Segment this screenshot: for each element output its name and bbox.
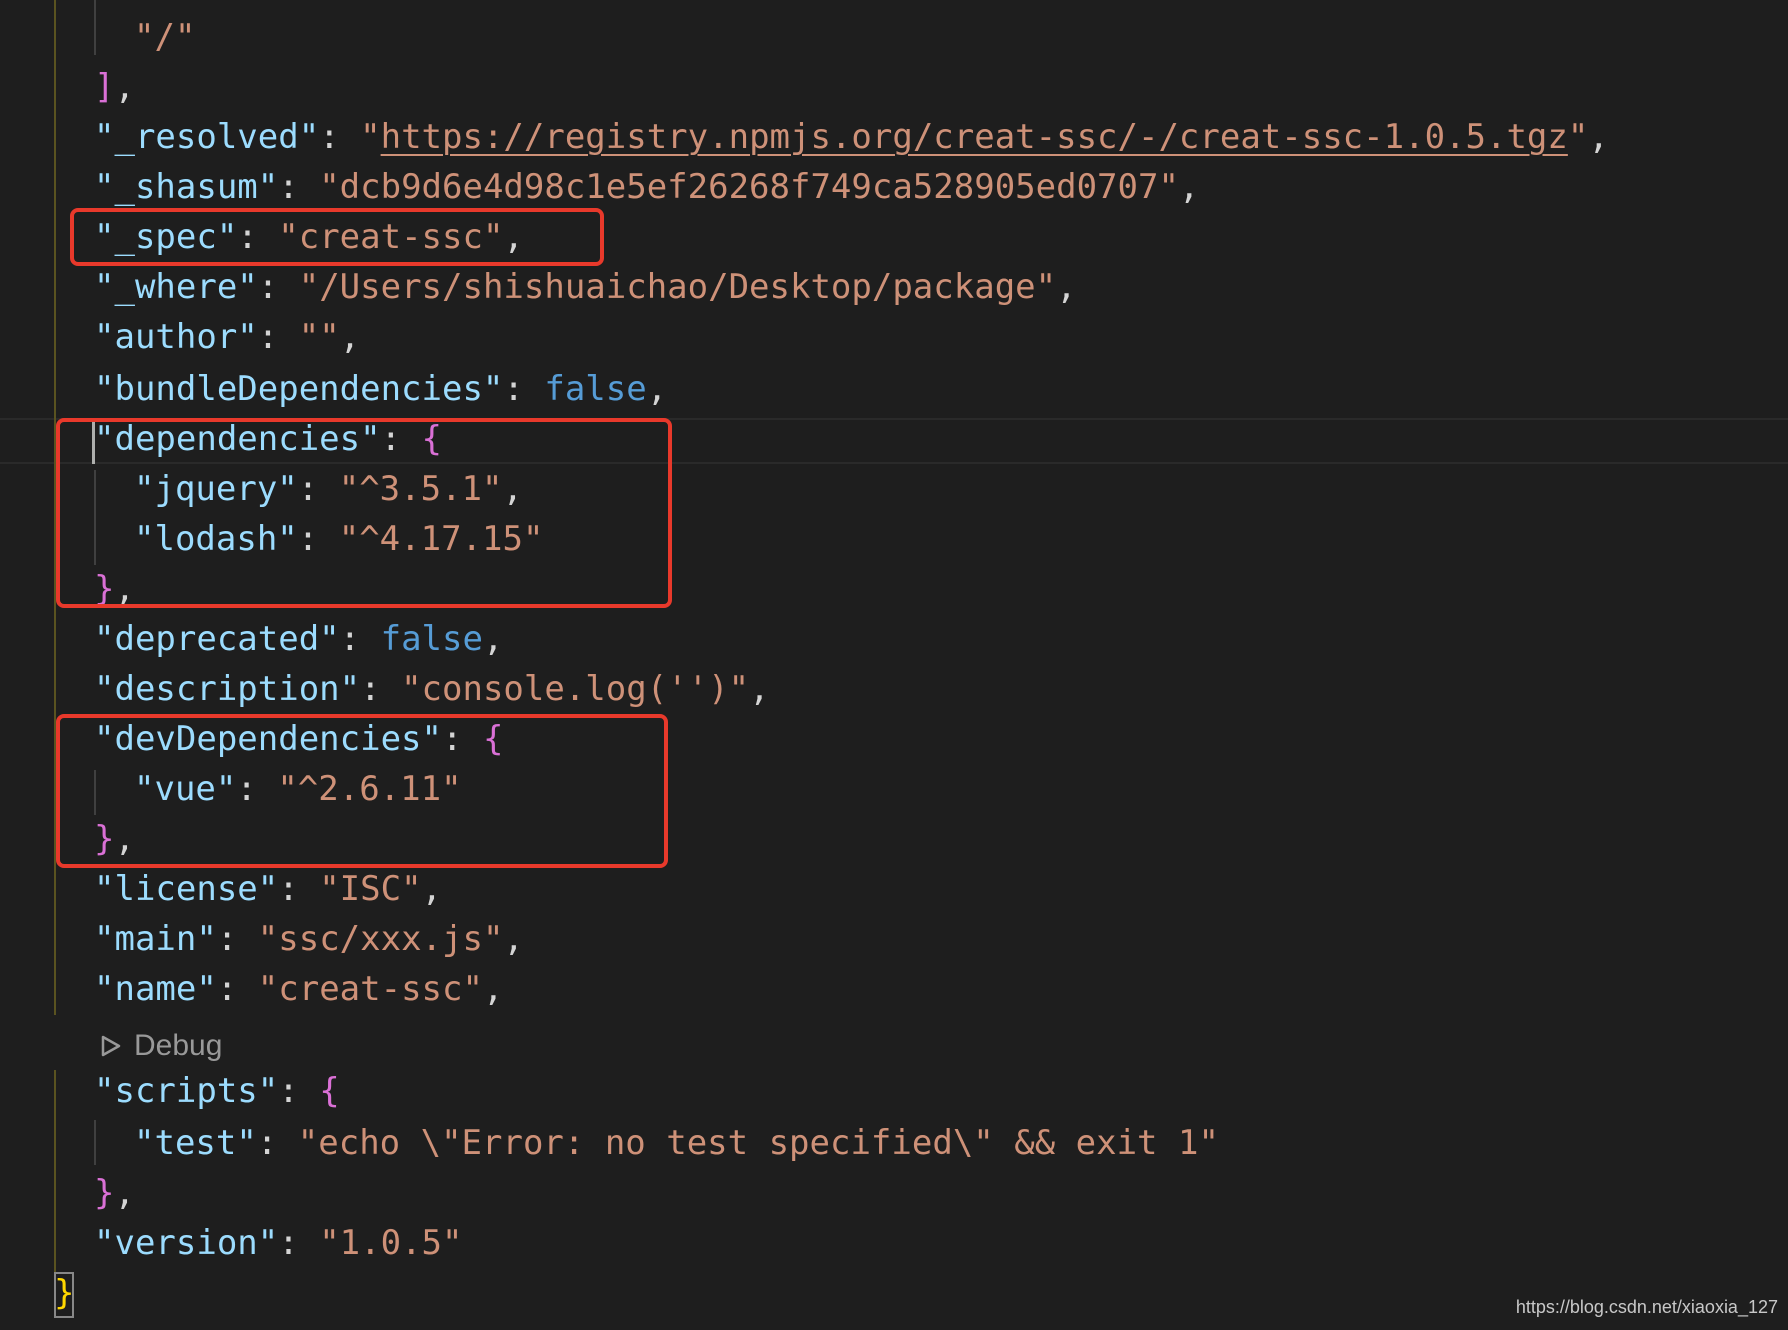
code-editor[interactable]: "/"], "_resolved": "https://registry.npmj… bbox=[0, 0, 1788, 1330]
string-value: "dcb9d6e4d98c1e5ef26268f749ca528905ed070… bbox=[319, 167, 1179, 207]
boolean-value: false bbox=[544, 369, 647, 409]
punctuation: : bbox=[278, 167, 320, 207]
punctuation: : bbox=[503, 369, 545, 409]
punctuation: : bbox=[257, 317, 299, 357]
punctuation: : bbox=[257, 267, 299, 307]
code-line[interactable]: "version": "1.0.5" bbox=[0, 1218, 462, 1268]
punctuation: : bbox=[360, 669, 402, 709]
highlight-box-devdependencies bbox=[56, 714, 668, 868]
string-value: "/" bbox=[134, 17, 196, 57]
boolean-value: false bbox=[380, 619, 483, 659]
punctuation: : bbox=[278, 869, 320, 909]
property-key: "license" bbox=[94, 869, 279, 909]
code-line[interactable]: "author": "", bbox=[0, 312, 360, 362]
code-line[interactable]: "main": "ssc/xxx.js", bbox=[0, 914, 524, 964]
code-line[interactable]: "name": "creat-ssc", bbox=[0, 964, 503, 1014]
property-key: "author" bbox=[94, 317, 258, 357]
property-key: "name" bbox=[94, 969, 217, 1009]
punctuation: : bbox=[278, 1223, 320, 1263]
string-value: "console.log('')" bbox=[401, 669, 750, 709]
punctuation: , bbox=[646, 369, 668, 409]
watermark-text: https://blog.csdn.net/xiaoxia_127 bbox=[1515, 1297, 1778, 1317]
punctuation: , bbox=[339, 317, 361, 357]
code-line[interactable]: }, bbox=[0, 1168, 135, 1218]
string-value: " bbox=[360, 117, 381, 157]
code-line[interactable]: "bundleDependencies": false, bbox=[0, 364, 667, 414]
punctuation: , bbox=[503, 919, 524, 959]
punctuation: , bbox=[114, 67, 135, 107]
string-value: "" bbox=[298, 317, 340, 357]
string-value: " bbox=[1567, 117, 1589, 157]
punctuation: , bbox=[421, 869, 443, 909]
property-key: "scripts" bbox=[94, 1071, 279, 1111]
code-line[interactable]: "test": "echo \"Error: no test specified… bbox=[0, 1118, 1219, 1168]
bracket-match-outline bbox=[54, 1272, 74, 1318]
punctuation: : bbox=[339, 619, 381, 659]
play-outline-icon bbox=[101, 1035, 121, 1057]
punctuation: , bbox=[1588, 117, 1609, 157]
string-value: "1.0.5" bbox=[319, 1223, 463, 1263]
punctuation: : bbox=[216, 919, 258, 959]
property-key: "main" bbox=[94, 919, 217, 959]
string-value: "creat-ssc" bbox=[257, 969, 483, 1009]
code-line[interactable]: "license": "ISC", bbox=[0, 864, 442, 914]
code-line[interactable]: "scripts": { bbox=[0, 1066, 340, 1116]
property-key: "test" bbox=[134, 1123, 257, 1163]
codelens-debug-label[interactable]: Debug bbox=[134, 1023, 222, 1069]
string-value: "ISC" bbox=[319, 869, 422, 909]
code-line[interactable]: ], bbox=[0, 62, 135, 112]
code-line[interactable]: "deprecated": false, bbox=[0, 614, 503, 664]
punctuation: , bbox=[482, 969, 504, 1009]
punctuation: , bbox=[749, 669, 770, 709]
highlight-box-spec bbox=[70, 208, 604, 266]
punctuation: , bbox=[114, 1173, 135, 1213]
bracket: { bbox=[319, 1071, 340, 1111]
punctuation: : bbox=[278, 1071, 320, 1111]
property-key: "description" bbox=[94, 669, 361, 709]
bracket: ] bbox=[94, 67, 115, 107]
code-line[interactable]: "_where": "/Users/shishuaichao/Desktop/p… bbox=[0, 262, 1077, 312]
property-key: "_resolved" bbox=[94, 117, 320, 157]
punctuation: : bbox=[216, 969, 258, 1009]
property-key: "_where" bbox=[94, 267, 258, 307]
code-line[interactable]: "_shasum": "dcb9d6e4d98c1e5ef26268f749ca… bbox=[0, 162, 1199, 212]
string-value: "/Users/shishuaichao/Desktop/package" bbox=[298, 267, 1057, 307]
code-line[interactable]: "_resolved": "https://registry.npmjs.org… bbox=[0, 112, 1609, 162]
url-link[interactable]: https://registry.npmjs.org/creat-ssc/-/c… bbox=[381, 117, 1568, 157]
punctuation: , bbox=[1056, 267, 1077, 307]
property-key: "bundleDependencies" bbox=[94, 369, 504, 409]
bracket: } bbox=[94, 1173, 115, 1213]
punctuation: , bbox=[1178, 167, 1200, 207]
punctuation: , bbox=[482, 619, 504, 659]
string-value: "echo \"Error: no test specified\" && ex… bbox=[297, 1123, 1219, 1163]
code-line[interactable]: "description": "console.log('')", bbox=[0, 664, 770, 714]
codelens-debug[interactable]: Debug bbox=[100, 1023, 222, 1069]
property-key: "_shasum" bbox=[94, 167, 279, 207]
punctuation: : bbox=[319, 117, 361, 157]
property-key: "deprecated" bbox=[94, 619, 340, 659]
code-line[interactable]: "/" bbox=[0, 12, 195, 62]
string-value: "ssc/xxx.js" bbox=[257, 919, 504, 959]
property-key: "version" bbox=[94, 1223, 279, 1263]
highlight-box-dependencies bbox=[56, 418, 672, 608]
punctuation: : bbox=[256, 1123, 298, 1163]
